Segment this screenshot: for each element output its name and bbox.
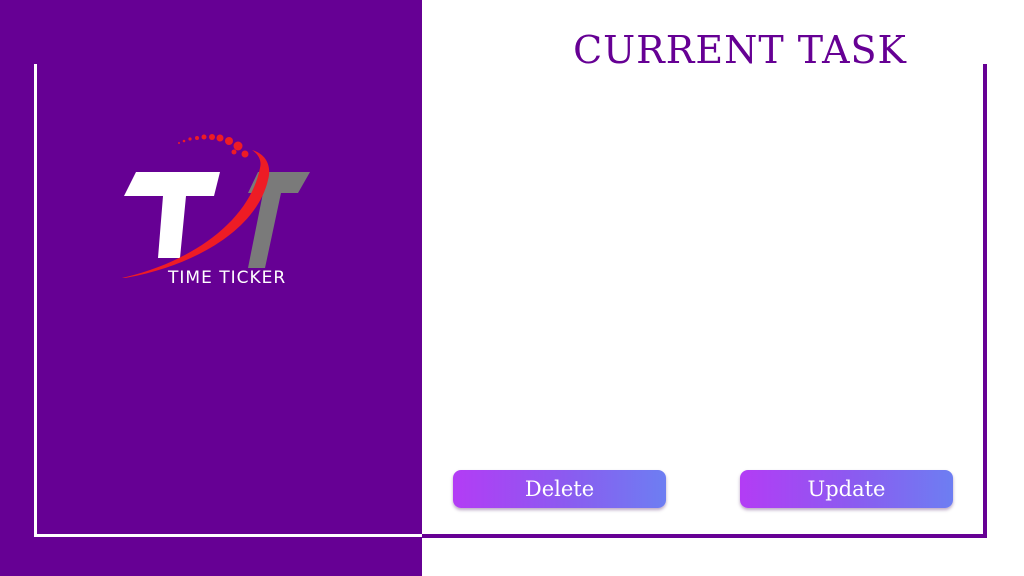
frame-line-left: [34, 64, 37, 537]
brand-panel: TIME TICKER: [0, 0, 422, 576]
frame-line-bottom-right: [422, 534, 987, 538]
frame-line-bottom-left: [34, 534, 422, 537]
delete-button[interactable]: Delete: [453, 470, 666, 508]
page-title: CURRENT TASK: [573, 28, 907, 72]
logo-text: TIME TICKER: [168, 268, 287, 288]
frame-line-right: [983, 64, 987, 538]
update-button[interactable]: Update: [740, 470, 953, 508]
current-task-field[interactable]: [440, 90, 974, 454]
logo-mark-icon: [121, 134, 310, 278]
app-window: TIME TICKER CURRENT TASK Delete Update: [0, 0, 1024, 576]
time-ticker-logo: TIME TICKER: [108, 128, 328, 298]
